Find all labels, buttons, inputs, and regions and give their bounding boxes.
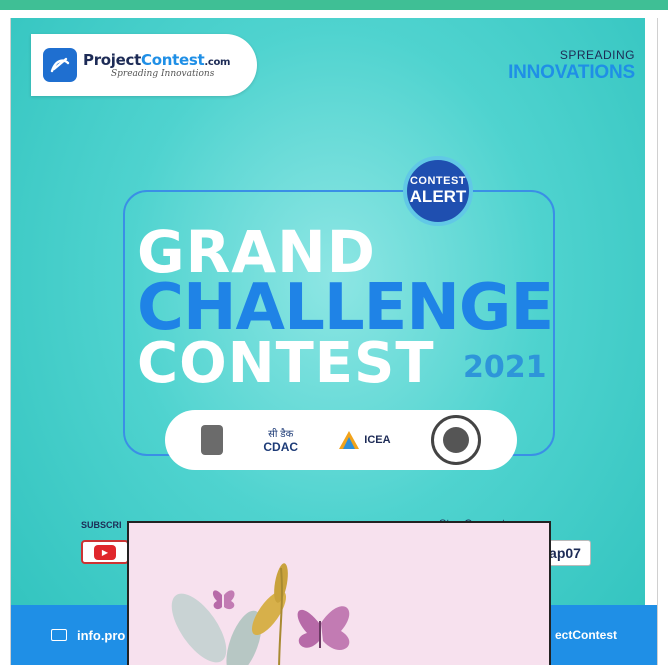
partner-logos: सी डैक CDAC ICEA xyxy=(165,410,517,470)
image-edge xyxy=(645,18,657,665)
badge-line-2: ALERT xyxy=(409,187,467,206)
footer-social[interactable]: ectContest xyxy=(555,605,617,665)
partner-meity xyxy=(201,425,224,455)
mail-icon xyxy=(51,629,67,641)
emblem-icon xyxy=(201,425,224,455)
butterfly-icon xyxy=(297,606,350,650)
page: ProjectContest.com Spreading Innovations… xyxy=(0,0,668,665)
floral-overlay-card[interactable] xyxy=(127,521,551,665)
footer-email[interactable]: info.pro xyxy=(77,628,125,643)
badge-line-1: CONTEST xyxy=(409,175,467,187)
leaf-icon xyxy=(171,563,288,665)
slogan-bottom: INNOVATIONS xyxy=(508,62,635,83)
slogan: SPREADING INNOVATIONS xyxy=(508,48,635,84)
headline-year: 2021 xyxy=(463,350,547,385)
brand-logo: ProjectContest.com Spreading Innovations xyxy=(31,34,257,96)
partner-icea: ICEA xyxy=(338,430,391,450)
youtube-button[interactable]: ▶ xyxy=(81,540,129,564)
subscribe-label: SUBSCRI xyxy=(81,520,122,530)
youtube-icon: ▶ xyxy=(94,544,116,560)
partner-cdac: सी डैक CDAC xyxy=(263,426,298,454)
butterfly-icon xyxy=(212,590,235,610)
contest-alert-badge: CONTEST ALERT xyxy=(403,156,473,226)
partner-up-govt xyxy=(430,415,481,465)
cdac-hindi: सी डैक xyxy=(268,429,294,440)
logo-icon xyxy=(43,48,77,82)
logo-name: ProjectContest.com xyxy=(83,51,231,69)
floral-illustration xyxy=(171,563,350,665)
seal-icon xyxy=(430,415,481,465)
logo-tagline: Spreading Innovations xyxy=(111,69,215,79)
top-accent-bar xyxy=(0,0,668,10)
slogan-top: SPREADING xyxy=(559,48,635,62)
cdac-label: CDAC xyxy=(263,440,299,454)
icea-icon xyxy=(339,431,360,449)
icea-label: ICEA xyxy=(364,434,391,446)
